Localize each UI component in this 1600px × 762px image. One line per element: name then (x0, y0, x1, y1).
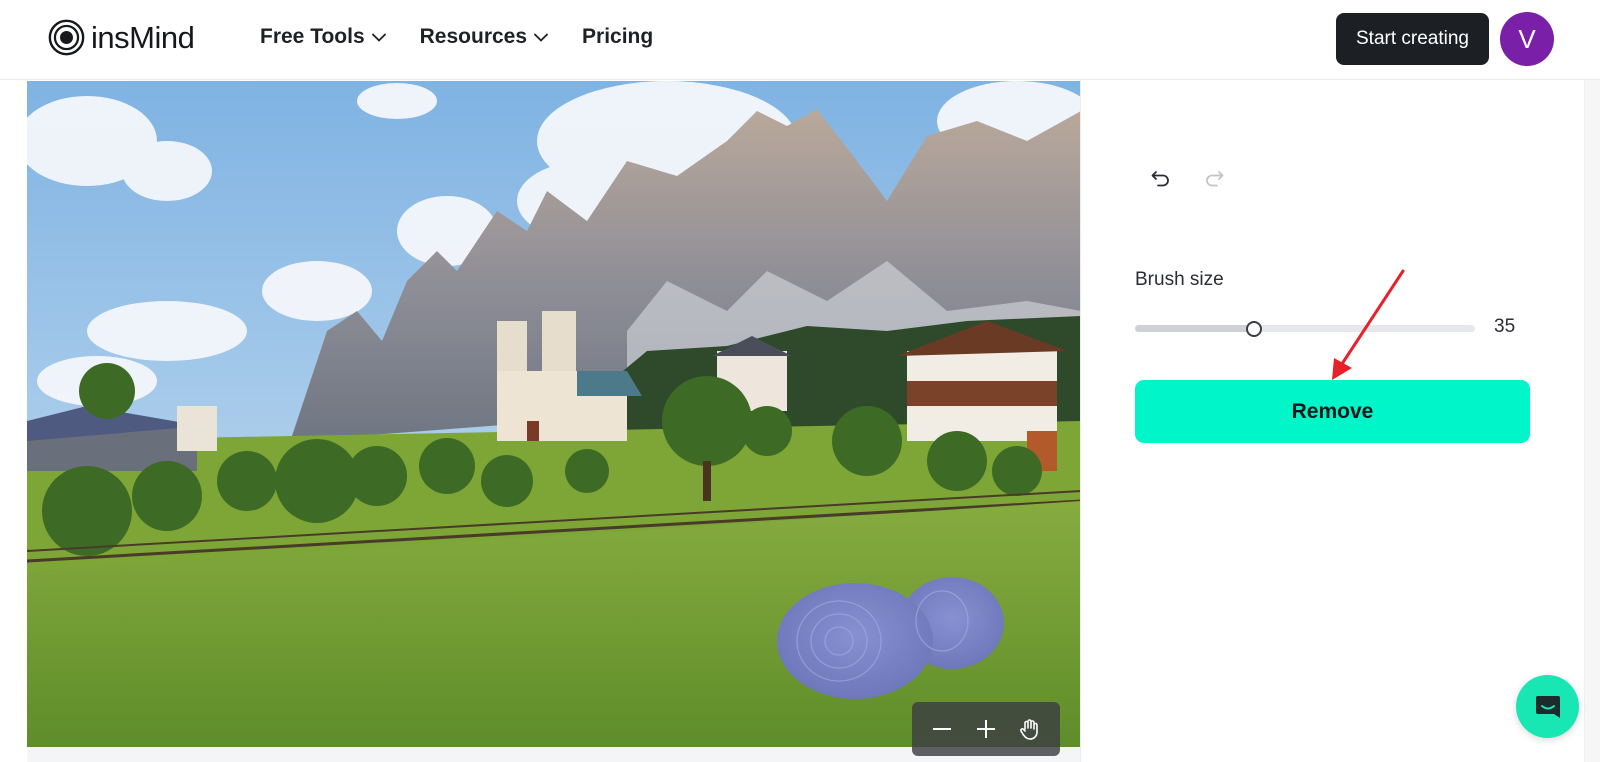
redo-icon (1206, 171, 1224, 187)
undo-icon (1151, 171, 1169, 187)
image-canvas[interactable] (27, 81, 1081, 747)
brush-size-slider[interactable] (1135, 325, 1475, 332)
slider-fill (1135, 325, 1254, 332)
nav-resources-label: Resources (419, 25, 528, 48)
chat-support-button[interactable] (1516, 675, 1579, 738)
nav-free-tools[interactable]: Free Tools (260, 22, 386, 52)
zoom-out-button[interactable] (924, 711, 960, 747)
remove-button[interactable]: Remove (1135, 380, 1530, 443)
zoom-toolbar (912, 702, 1060, 756)
landscape-photo (27, 81, 1081, 747)
pan-tool-button[interactable] (1012, 711, 1048, 747)
nav-free-tools-label: Free Tools (260, 25, 365, 48)
chevron-down-icon (534, 33, 548, 42)
main-nav: Free Tools Resources Pricing (260, 22, 687, 52)
minus-icon (933, 728, 951, 730)
top-navigation-bar: insMind Free Tools Resources Pricing Sta… (0, 0, 1600, 80)
brush-size-label: Brush size (1135, 269, 1224, 290)
logo[interactable]: insMind (48, 19, 195, 56)
nav-pricing-label: Pricing (582, 25, 654, 48)
brush-size-value: 35 (1494, 316, 1516, 337)
hand-icon (1020, 719, 1038, 740)
chat-icon (1535, 695, 1560, 718)
logo-text: insMind (91, 20, 195, 55)
redo-button[interactable] (1196, 160, 1232, 196)
nav-pricing[interactable]: Pricing (582, 22, 653, 52)
chevron-down-icon (371, 33, 386, 42)
zoom-in-button[interactable] (968, 711, 1004, 747)
slider-thumb[interactable] (1246, 321, 1262, 337)
avatar[interactable]: V (1500, 12, 1554, 66)
logo-icon (48, 19, 85, 56)
scrollbar[interactable] (1584, 80, 1600, 762)
annotation-arrow (1332, 269, 1405, 380)
nav-resources[interactable]: Resources (420, 22, 548, 52)
start-creating-button[interactable]: Start creating (1336, 13, 1489, 65)
undo-button[interactable] (1143, 160, 1179, 196)
plus-icon (977, 720, 995, 738)
